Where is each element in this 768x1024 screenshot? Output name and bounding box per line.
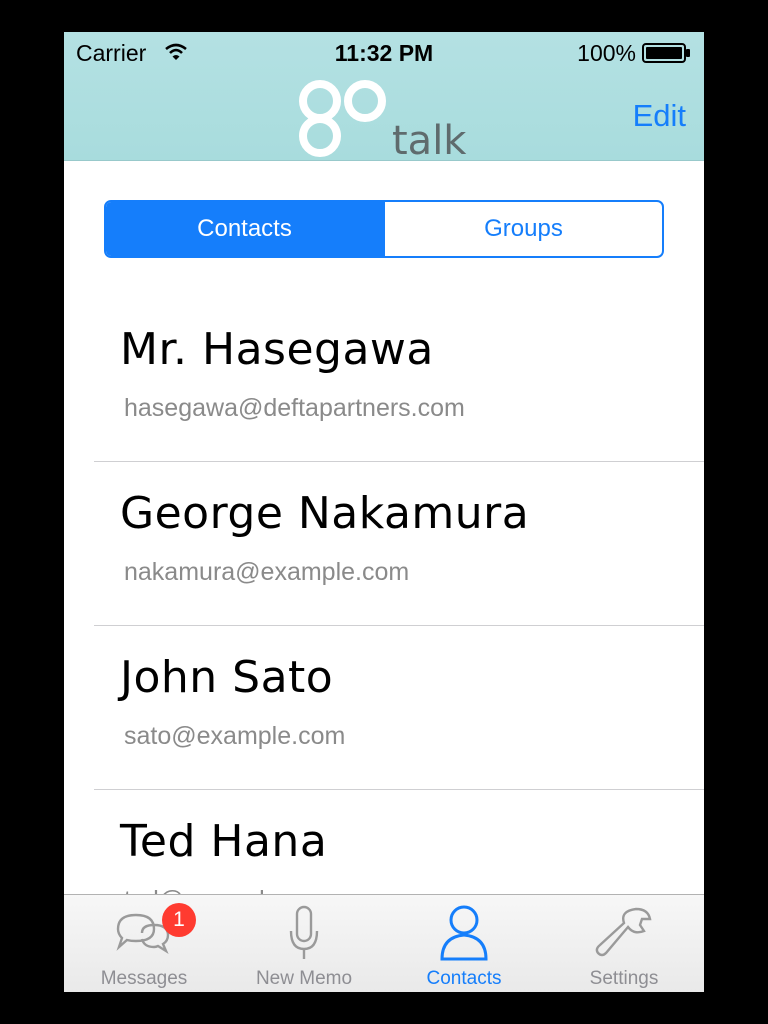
status-bar: Carrier 11:32 PM 100%	[64, 32, 704, 72]
segmented-control: Contacts Groups	[104, 200, 664, 258]
battery-icon	[642, 43, 692, 68]
tab-label-new-memo: New Memo	[255, 968, 353, 989]
tab-new-memo[interactable]: New Memo	[224, 895, 384, 992]
unread-badge: 1	[162, 903, 196, 937]
app-header: Carrier 11:32 PM 100% talk Edit	[64, 32, 704, 164]
contact-list: Mr. Hasegawa hasegawa@deftapartners.com …	[64, 298, 704, 954]
contact-name: Ted Hana	[120, 816, 328, 867]
tab-label-settings: Settings	[589, 968, 659, 989]
tab-label-messages: Messages	[100, 968, 188, 989]
tab-contacts[interactable]: Contacts	[384, 895, 544, 992]
tab-bar: 1 Messages New Memo Contacts Settings	[64, 894, 704, 992]
contact-row[interactable]: Mr. Hasegawa hasegawa@deftapartners.com	[64, 298, 704, 462]
battery-percentage: 100%	[577, 40, 636, 66]
contact-name: John Sato	[120, 652, 334, 703]
gotalk-logo: talk	[298, 76, 478, 165]
logo-talk-text: talk	[392, 118, 467, 160]
contact-name: Mr. Hasegawa	[120, 324, 434, 375]
contact-email: hasegawa@deftapartners.com	[124, 394, 465, 422]
wrench-icon	[594, 903, 654, 968]
segment-groups[interactable]: Groups	[383, 202, 662, 256]
tab-settings[interactable]: Settings	[544, 895, 704, 992]
contact-email: sato@example.com	[124, 722, 346, 750]
segment-contacts[interactable]: Contacts	[106, 202, 383, 256]
microphone-icon	[284, 903, 324, 968]
tab-messages[interactable]: 1 Messages	[64, 895, 224, 992]
contact-row[interactable]: George Nakamura nakamura@example.com	[64, 462, 704, 626]
contact-name: George Nakamura	[120, 488, 530, 539]
contact-email: nakamura@example.com	[124, 558, 410, 586]
app-screen: Carrier 11:32 PM 100% talk Edit Contacts…	[64, 32, 704, 992]
edit-button[interactable]: Edit	[633, 98, 686, 134]
tab-label-contacts: Contacts	[426, 968, 502, 989]
contact-row[interactable]: John Sato sato@example.com	[64, 626, 704, 790]
person-icon	[436, 903, 492, 968]
